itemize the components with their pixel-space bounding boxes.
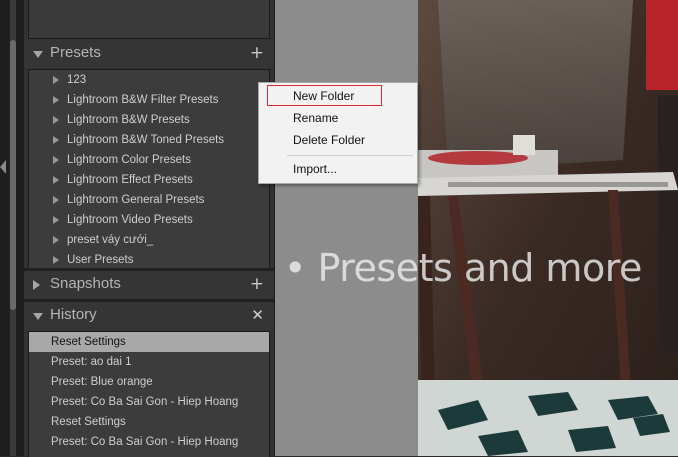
history-list: Reset Settings Preset: ao dai 1 Preset: … bbox=[28, 331, 270, 457]
presets-header[interactable]: Presets + bbox=[24, 40, 274, 68]
history-item[interactable]: Preset: Blue orange bbox=[29, 372, 269, 392]
preset-folder-label: Lightroom Effect Presets bbox=[67, 174, 193, 186]
history-item[interactable]: Reset Settings bbox=[29, 332, 269, 352]
preset-folder-label: Lightroom Color Presets bbox=[67, 154, 191, 166]
context-menu: New Folder Rename Delete Folder Import..… bbox=[258, 82, 418, 184]
folder-expand-icon[interactable] bbox=[53, 216, 59, 224]
menu-item-new-folder[interactable]: New Folder bbox=[293, 89, 354, 103]
navigator-box bbox=[28, 0, 270, 39]
preset-folder-label: Lightroom B&W Presets bbox=[67, 114, 190, 126]
preset-folder-label: User Presets bbox=[67, 254, 134, 266]
add-preset-icon[interactable]: + bbox=[250, 43, 264, 63]
folder-expand-icon[interactable] bbox=[53, 136, 59, 144]
left-panel: Presets + 123 Lightroom B&W Filter Prese… bbox=[24, 0, 274, 457]
folder-expand-icon[interactable] bbox=[53, 96, 59, 104]
expand-triangle-icon[interactable] bbox=[33, 51, 43, 58]
preset-folder-label: Lightroom General Presets bbox=[67, 194, 205, 206]
history-title: History bbox=[50, 306, 97, 323]
preset-folder-item[interactable]: Lightroom Color Presets bbox=[29, 150, 269, 170]
preset-folder-item[interactable]: Lightroom B&W Toned Presets bbox=[29, 130, 269, 150]
preset-folder-label: Lightroom B&W Filter Presets bbox=[67, 94, 219, 106]
preset-folder-item[interactable]: Lightroom B&W Filter Presets bbox=[29, 90, 269, 110]
folder-expand-icon[interactable] bbox=[53, 256, 59, 264]
photo-image bbox=[418, 0, 678, 456]
menu-separator bbox=[287, 155, 413, 156]
scrollbar-thumb[interactable] bbox=[10, 40, 16, 310]
clear-history-icon[interactable]: ✕ bbox=[251, 305, 264, 325]
collapse-triangle-icon[interactable] bbox=[33, 280, 40, 290]
expand-triangle-icon[interactable] bbox=[33, 313, 43, 320]
presets-title: Presets bbox=[50, 44, 101, 61]
menu-item-import[interactable]: Import... bbox=[293, 162, 337, 176]
history-item[interactable]: Preset: Co Ba Sai Gon - Hiep Hoang bbox=[29, 392, 269, 412]
left-panel-strip bbox=[0, 0, 24, 456]
photo-preview bbox=[418, 0, 678, 456]
preset-folder-item[interactable]: Lightroom General Presets bbox=[29, 190, 269, 210]
menu-item-delete-folder[interactable]: Delete Folder bbox=[293, 133, 365, 147]
history-header[interactable]: History ✕ bbox=[24, 302, 274, 330]
folder-expand-icon[interactable] bbox=[53, 236, 59, 244]
folder-expand-icon[interactable] bbox=[53, 176, 59, 184]
preset-folder-label: Lightroom B&W Toned Presets bbox=[67, 134, 225, 146]
history-item[interactable]: Preset: Co Ba Sai Gon - Hiep Hoang bbox=[29, 432, 269, 452]
preset-folder-label: preset váy cưới_ bbox=[67, 234, 154, 246]
add-snapshot-icon[interactable]: + bbox=[250, 274, 264, 294]
preset-list: 123 Lightroom B&W Filter Presets Lightro… bbox=[28, 69, 270, 269]
folder-expand-icon[interactable] bbox=[53, 116, 59, 124]
preset-folder-item[interactable]: Lightroom Effect Presets bbox=[29, 170, 269, 190]
folder-expand-icon[interactable] bbox=[53, 156, 59, 164]
snapshots-title: Snapshots bbox=[50, 275, 121, 292]
preset-folder-item[interactable]: preset váy cưới_ bbox=[29, 230, 269, 250]
collapse-panel-icon[interactable] bbox=[0, 160, 6, 174]
folder-expand-icon[interactable] bbox=[53, 76, 59, 84]
menu-item-rename[interactable]: Rename bbox=[293, 111, 338, 125]
snapshots-header[interactable]: Snapshots + bbox=[24, 271, 274, 299]
filmstrip-background bbox=[274, 0, 419, 456]
folder-expand-icon[interactable] bbox=[53, 196, 59, 204]
preset-folder-label: Lightroom Video Presets bbox=[67, 214, 193, 226]
preset-folder-item[interactable]: Lightroom B&W Presets bbox=[29, 110, 269, 130]
overlay-caption: • Presets and more bbox=[284, 246, 642, 290]
history-item[interactable]: Preset: ao dai 1 bbox=[29, 352, 269, 372]
preset-folder-item[interactable]: 123 bbox=[29, 70, 269, 90]
preset-folder-label: 123 bbox=[67, 74, 87, 86]
preset-folder-item[interactable]: User Presets bbox=[29, 250, 269, 270]
history-item[interactable]: Reset Settings bbox=[29, 412, 269, 432]
preset-folder-item[interactable]: Lightroom Video Presets bbox=[29, 210, 269, 230]
